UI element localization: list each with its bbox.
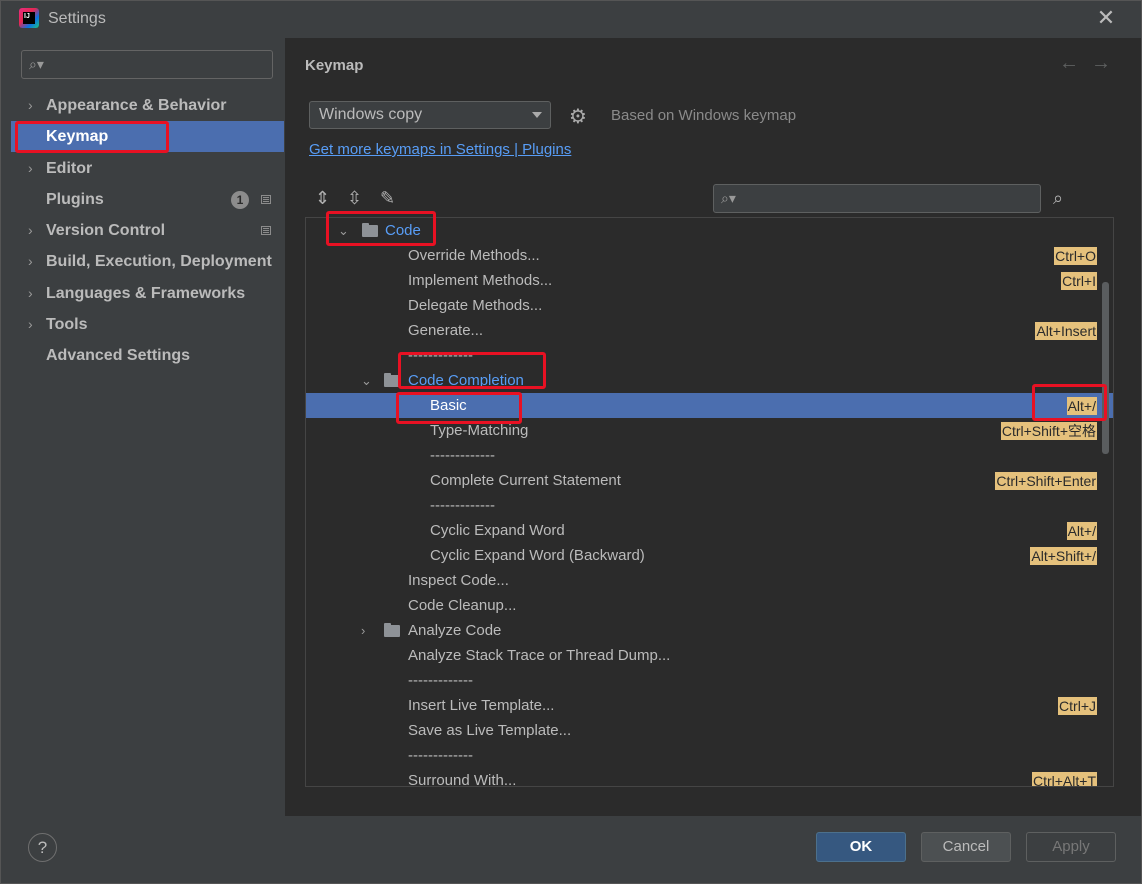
dialog-footer: ? OK Cancel Apply: [1, 816, 1141, 883]
folder-icon: [384, 623, 400, 637]
tree-row[interactable]: Surround With... Ctrl+Alt+T: [306, 768, 1113, 786]
project-level-icon: [261, 195, 271, 204]
chevron-right-icon[interactable]: ›: [28, 278, 33, 309]
shortcut-badge: Ctrl+J: [1058, 697, 1097, 715]
tree-row-code[interactable]: ⌄ Code: [306, 218, 1113, 243]
folder-icon: [362, 223, 378, 237]
apply-button[interactable]: Apply: [1026, 832, 1116, 862]
ok-button[interactable]: OK: [816, 832, 906, 862]
shortcut-badge: Ctrl+Alt+T: [1031, 772, 1097, 786]
shortcut-badge: Ctrl+Shift+Enter: [995, 472, 1097, 490]
chevron-right-icon[interactable]: ›: [361, 618, 365, 643]
tree-separator: -------------: [430, 497, 495, 514]
keymap-select[interactable]: Windows copy: [309, 101, 551, 129]
chevron-right-icon[interactable]: ›: [28, 215, 33, 246]
find-shortcut-icon[interactable]: ⌕: [1053, 188, 1063, 209]
settings-dialog: IJ Settings ✕ ⌕▾ › Appearance & Behavior…: [0, 0, 1142, 884]
sidebar-item-keymap[interactable]: Keymap: [11, 121, 284, 152]
expand-all-icon[interactable]: ⇕: [315, 188, 330, 209]
chevron-down-icon[interactable]: ⌄: [338, 218, 349, 243]
chevron-right-icon[interactable]: ›: [28, 90, 33, 121]
chevron-right-icon[interactable]: ›: [28, 153, 33, 184]
shortcut-badge: Alt+/: [1066, 397, 1097, 415]
chevron-down-icon[interactable]: ⌄: [361, 368, 372, 393]
sidebar-item-version-control[interactable]: › Version Control: [11, 215, 284, 246]
update-count-badge: 1: [231, 191, 249, 209]
tree-row[interactable]: Type-Matching Ctrl+Shift+空格: [306, 418, 1113, 443]
settings-sidebar: ⌕▾ › Appearance & Behavior Keymap › Edit…: [1, 38, 285, 816]
gear-icon[interactable]: ⚙: [569, 104, 587, 129]
tree-separator: -------------: [408, 672, 473, 689]
tree-row-analyze-code[interactable]: › Analyze Code: [306, 618, 1113, 643]
action-search-input[interactable]: ⌕▾: [713, 184, 1041, 213]
keymap-panel: Keymap ← → Windows copy ⚙ Based on Windo…: [285, 38, 1141, 816]
chevron-right-icon[interactable]: ›: [28, 309, 33, 340]
cancel-button[interactable]: Cancel: [921, 832, 1011, 862]
tree-separator: -------------: [430, 447, 495, 464]
based-on-label: Based on Windows keymap: [611, 107, 797, 124]
tree-scrollbar[interactable]: [1102, 282, 1109, 454]
edit-icon[interactable]: ✎: [380, 188, 395, 209]
page-title: Keymap: [305, 57, 364, 74]
folder-icon: [384, 373, 400, 387]
app-icon: IJ: [19, 8, 39, 28]
tree-row[interactable]: Code Cleanup...: [306, 593, 1113, 618]
chevron-down-icon: [532, 112, 542, 118]
tree-row[interactable]: Cyclic Expand Word (Backward) Alt+Shift+…: [306, 543, 1113, 568]
shortcut-badge: Alt+Shift+/: [1030, 547, 1097, 565]
chevron-right-icon[interactable]: ›: [28, 246, 33, 277]
tree-row[interactable]: Save as Live Template...: [306, 718, 1113, 743]
tree-row-basic[interactable]: Basic Alt+/: [306, 393, 1113, 418]
tree-row[interactable]: Delegate Methods...: [306, 293, 1113, 318]
sidebar-search-input[interactable]: ⌕▾: [21, 50, 273, 79]
search-icon: ⌕▾: [29, 56, 44, 72]
sidebar-item-appearance-behavior[interactable]: › Appearance & Behavior: [11, 90, 284, 121]
tree-row[interactable]: Cyclic Expand Word Alt+/: [306, 518, 1113, 543]
sidebar-item-languages-frameworks[interactable]: › Languages & Frameworks: [11, 278, 284, 309]
window-title: Settings: [48, 10, 106, 27]
tree-row[interactable]: Generate... Alt+Insert: [306, 318, 1113, 343]
tree-row[interactable]: Complete Current Statement Ctrl+Shift+En…: [306, 468, 1113, 493]
tree-row[interactable]: Analyze Stack Trace or Thread Dump...: [306, 643, 1113, 668]
sidebar-item-build-execution-deployment[interactable]: › Build, Execution, Deployment: [11, 246, 284, 277]
sidebar-item-tools[interactable]: › Tools: [11, 309, 284, 340]
tree-separator: -------------: [408, 347, 473, 364]
shortcut-badge: Ctrl+I: [1061, 272, 1097, 290]
title-bar: IJ Settings ✕: [1, 1, 1141, 37]
close-icon[interactable]: ✕: [1095, 7, 1117, 29]
sidebar-item-editor[interactable]: › Editor: [11, 153, 284, 184]
tree-row[interactable]: Inspect Code...: [306, 568, 1113, 593]
help-icon[interactable]: ?: [28, 833, 57, 862]
sidebar-item-advanced-settings[interactable]: Advanced Settings: [11, 340, 284, 371]
shortcut-badge: Ctrl+O: [1054, 247, 1097, 265]
tree-separator: -------------: [408, 747, 473, 764]
back-arrow-icon[interactable]: ←: [1059, 52, 1079, 75]
plugins-link[interactable]: Get more keymaps in Settings | Plugins: [309, 141, 571, 158]
project-level-icon: [261, 226, 271, 235]
tree-row[interactable]: Insert Live Template... Ctrl+J: [306, 693, 1113, 718]
shortcut-badge: Ctrl+Shift+空格: [1000, 422, 1097, 440]
sidebar-item-plugins[interactable]: Plugins 1: [11, 184, 284, 215]
shortcut-badge: Alt+/: [1066, 522, 1097, 540]
tree-row[interactable]: Implement Methods... Ctrl+I: [306, 268, 1113, 293]
tree-row[interactable]: Override Methods... Ctrl+O: [306, 243, 1113, 268]
collapse-all-icon[interactable]: ⇳: [347, 188, 362, 209]
forward-arrow-icon[interactable]: →: [1091, 52, 1111, 75]
tree-row-code-completion[interactable]: ⌄ Code Completion: [306, 368, 1113, 393]
shortcut-badge: Alt+Insert: [1035, 322, 1097, 340]
search-icon: ⌕▾: [721, 190, 736, 206]
keymap-tree: ⌄ Code Override Methods... Ctrl+O Implem…: [305, 217, 1114, 787]
